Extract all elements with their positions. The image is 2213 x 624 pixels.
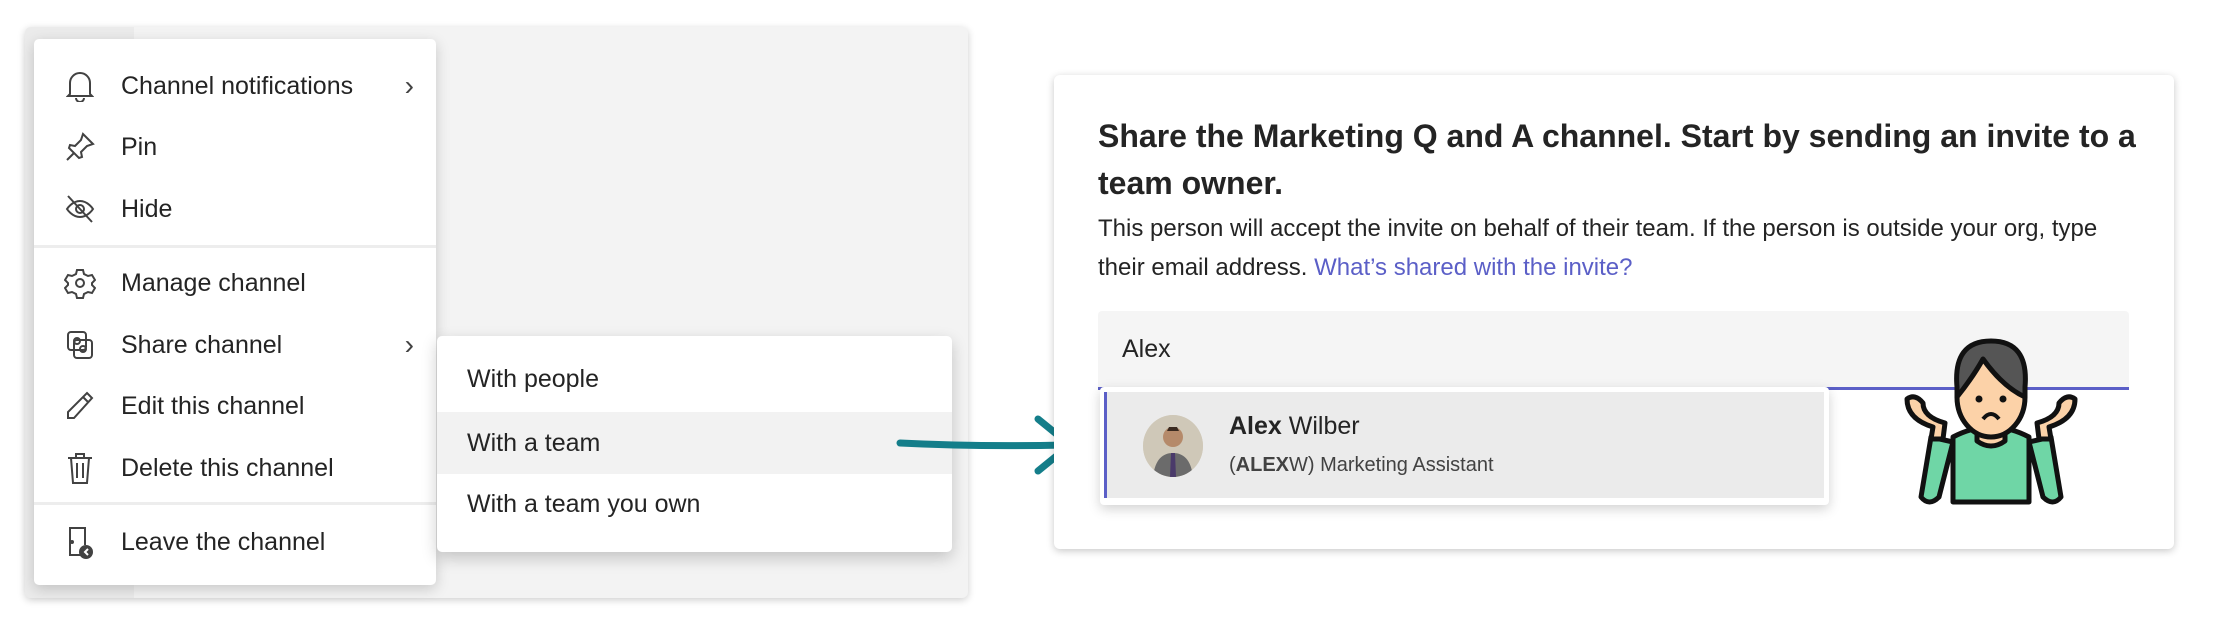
menu-item-leave-channel[interactable]: Leave the channel — [34, 513, 436, 571]
share-dialog: Share the Marketing Q and A channel. Sta… — [1054, 75, 2174, 549]
chevron-right-icon: › — [404, 329, 414, 360]
dialog-description: This person will accept the invite on be… — [1098, 209, 2138, 287]
menu-item-hide[interactable]: Hide — [34, 180, 436, 238]
alias-rest: W) Marketing Assistant — [1289, 454, 1494, 476]
whats-shared-link[interactable]: What’s shared with the invite? — [1314, 254, 1632, 281]
input-value: Alex — [1122, 335, 1171, 363]
leave-icon — [63, 525, 97, 559]
suggestion-details: (ALEXW) Marketing Assistant — [1229, 454, 1494, 477]
eye-off-icon — [63, 192, 97, 226]
menu-item-label: Edit this channel — [121, 391, 305, 420]
dialog-title: Share the Marketing Q and A channel. Sta… — [1098, 118, 2136, 201]
submenu-item-with-people[interactable]: With people — [437, 348, 952, 410]
menu-item-label: Manage channel — [121, 268, 306, 297]
share-channel-submenu: With people With a team With a team you … — [437, 336, 952, 552]
menu-item-label: Pin — [121, 132, 158, 161]
menu-item-label: Share channel — [121, 330, 283, 359]
bell-icon — [63, 69, 97, 103]
menu-item-label: Channel notifications — [121, 71, 354, 100]
menu-divider — [34, 245, 436, 248]
menu-item-delete-channel[interactable]: Delete this channel — [34, 439, 436, 497]
menu-item-label: Delete this channel — [121, 453, 334, 482]
menu-item-manage-channel[interactable]: Manage channel — [34, 254, 436, 312]
menu-item-edit-channel[interactable]: Edit this channel — [34, 377, 436, 435]
chevron-right-icon: › — [404, 70, 414, 101]
name-rest: Wilber — [1281, 412, 1360, 440]
avatar — [1143, 415, 1203, 477]
menu-divider — [34, 502, 436, 505]
confused-person-icon — [1904, 338, 2078, 505]
name-match: Alex — [1229, 412, 1282, 440]
menu-item-pin[interactable]: Pin — [34, 118, 436, 176]
menu-item-share-channel[interactable]: Share channel › — [34, 316, 436, 374]
suggestion-dropdown: Alex Wilber (ALEXW) Marketing Assistant — [1100, 387, 1829, 505]
trash-icon — [63, 451, 97, 485]
pin-icon — [63, 130, 97, 164]
alias-match: ALEX — [1235, 454, 1290, 476]
alias-open: ( — [1229, 454, 1236, 476]
menu-item-label: Hide — [121, 194, 173, 223]
submenu-item-with-a-team-you-own[interactable]: With a team you own — [437, 473, 952, 535]
menu-item-channel-notifications[interactable]: Channel notifications › — [34, 57, 436, 115]
pencil-icon — [63, 389, 97, 423]
suggestion-item-alex-wilber[interactable]: Alex Wilber (ALEXW) Marketing Assistant — [1104, 392, 1824, 498]
channel-context-menu: Channel notifications › Pin Hide Manage … — [34, 39, 436, 585]
submenu-item-with-a-team[interactable]: With a team — [437, 412, 952, 474]
menu-item-label: Leave the channel — [121, 527, 326, 556]
share-icon — [63, 328, 97, 362]
gear-icon — [63, 266, 97, 300]
suggestion-name: Alex Wilber — [1229, 412, 1360, 441]
